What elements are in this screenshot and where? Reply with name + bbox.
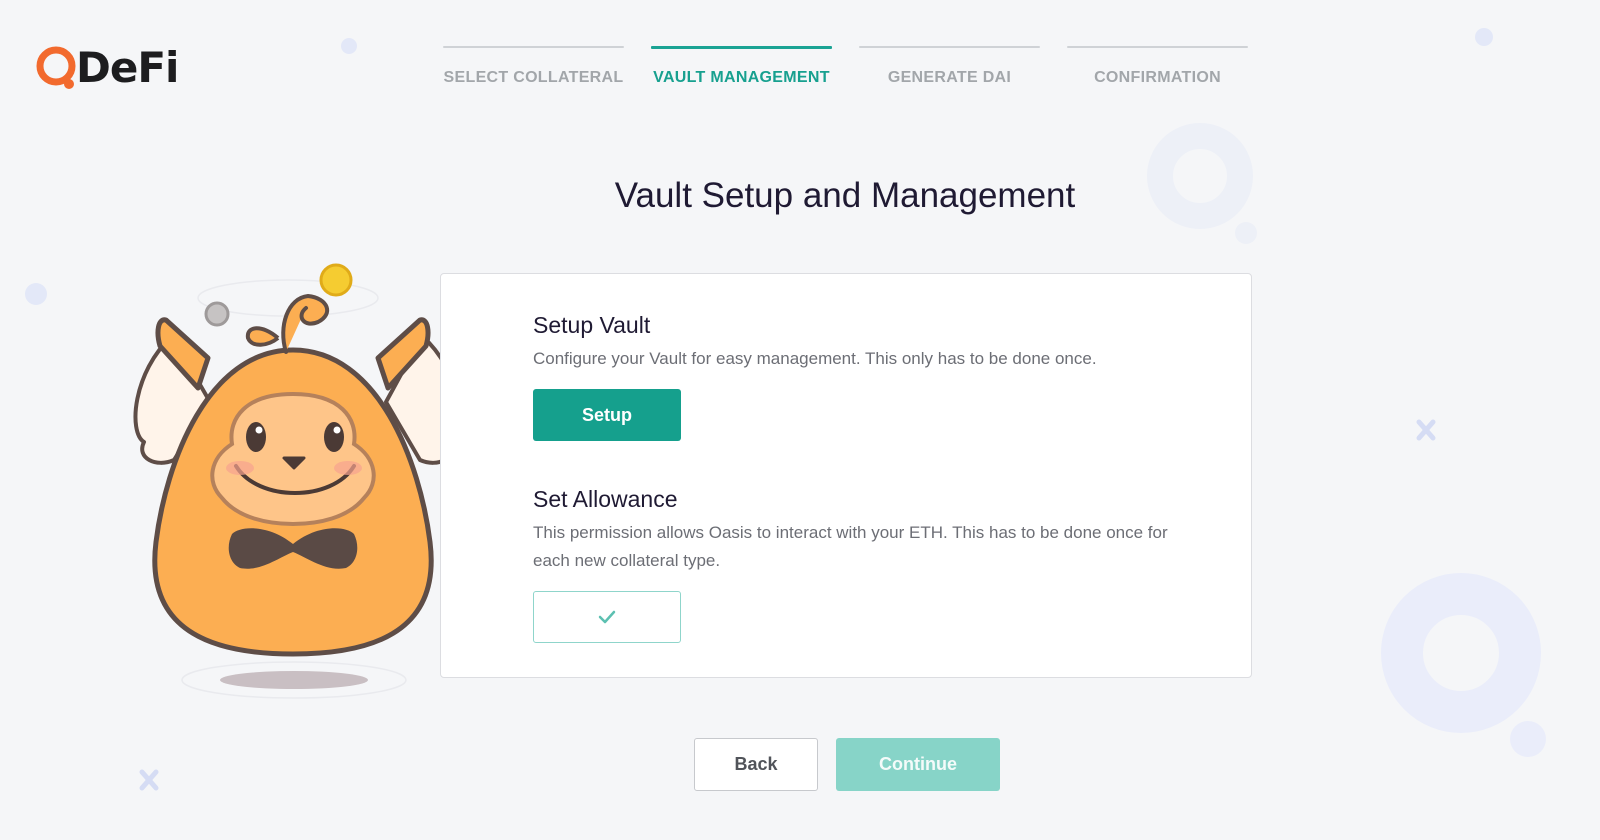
mascot-eye xyxy=(324,422,344,452)
mascot-blush xyxy=(226,461,254,475)
step-label: SELECT COLLATERAL xyxy=(443,69,624,86)
mascot-eye xyxy=(246,422,266,452)
step-label: CONFIRMATION xyxy=(1094,69,1221,86)
step-select-collateral[interactable]: SELECT COLLATERAL xyxy=(443,46,624,87)
setup-button[interactable]: Setup xyxy=(533,389,681,441)
set-allowance-section: Set Allowance This permission allows Oas… xyxy=(533,486,1173,575)
page-title: Vault Setup and Management xyxy=(614,176,1076,215)
decor-cross xyxy=(139,769,159,791)
step-bar xyxy=(859,46,1040,48)
vault-setup-card: Setup Vault Configure your Vault for eas… xyxy=(440,273,1252,678)
progress-stepper: SELECT COLLATERAL VAULT MANAGEMENT GENER… xyxy=(443,46,1275,87)
logo-mark-icon xyxy=(36,46,76,89)
checkmark-icon xyxy=(598,610,616,624)
step-bar xyxy=(443,46,624,48)
decor-ring xyxy=(1381,573,1541,733)
allowance-toggle-button[interactable] xyxy=(533,591,681,643)
decor-dot xyxy=(25,283,47,305)
mascot-sprout xyxy=(281,293,330,354)
set-allowance-description: This permission allows Oasis to interact… xyxy=(533,523,1168,570)
step-label: GENERATE DAI xyxy=(887,69,1012,86)
set-allowance-title: Set Allowance xyxy=(533,486,678,512)
step-confirmation[interactable]: CONFIRMATION xyxy=(1067,46,1248,87)
step-generate-dai[interactable]: GENERATE DAI xyxy=(859,46,1040,87)
setup-vault-title: Setup Vault xyxy=(533,312,651,338)
step-vault-management[interactable]: VAULT MANAGEMENT xyxy=(651,46,832,87)
decor-cross xyxy=(1416,419,1436,441)
coin-icon xyxy=(204,301,230,327)
step-bar xyxy=(651,46,832,49)
continue-button[interactable]: Continue xyxy=(836,738,1000,791)
decor-dot xyxy=(1510,721,1546,757)
decor-dot xyxy=(341,38,357,54)
setup-vault-section: Setup Vault Configure your Vault for eas… xyxy=(533,312,1173,373)
mascot-sprout xyxy=(245,326,280,347)
step-bar xyxy=(1067,46,1248,48)
app-logo[interactable]: DeFi xyxy=(34,42,179,94)
decor-dot xyxy=(1235,222,1257,244)
mascot-shadow xyxy=(220,671,368,689)
back-button[interactable]: Back xyxy=(694,738,818,791)
decor-dot xyxy=(1475,28,1493,46)
logo-text: DeFi xyxy=(76,43,179,92)
setup-vault-description: Configure your Vault for easy management… xyxy=(533,349,1097,368)
mascot-blush xyxy=(334,461,362,475)
mascot-illustration xyxy=(133,263,458,699)
step-label: VAULT MANAGEMENT xyxy=(653,69,830,86)
coin-icon xyxy=(319,263,353,297)
